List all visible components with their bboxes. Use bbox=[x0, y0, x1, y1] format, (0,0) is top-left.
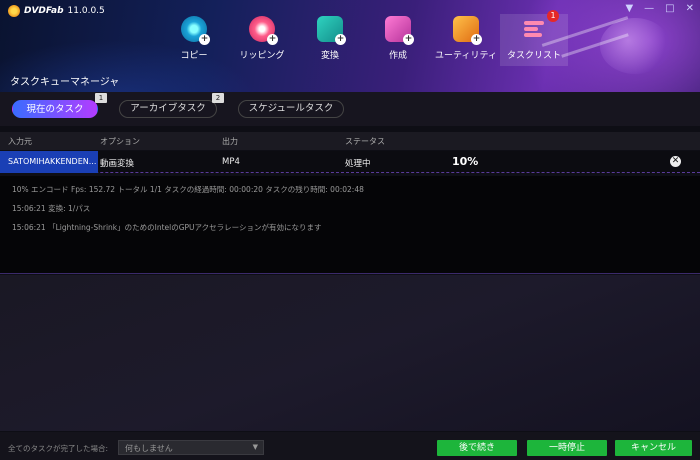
tab-archived-tasks[interactable]: アーカイブタスク 2 bbox=[119, 93, 224, 118]
tab-label: スケジュールタスク bbox=[248, 103, 334, 114]
utility-folder-icon: + bbox=[453, 16, 482, 45]
menu-dropdown-icon[interactable]: ▼ bbox=[625, 3, 633, 14]
on-complete-label: 全てのタスクが完了した場合: bbox=[8, 444, 109, 453]
task-progress: 10% bbox=[452, 155, 479, 168]
nav-copy[interactable]: + コピー bbox=[160, 14, 228, 66]
tab-count-badge: 1 bbox=[95, 93, 107, 103]
nav-label: リッピング bbox=[239, 51, 285, 61]
table-row[interactable]: SATOMIHAKKENDEN... 動画変換 MP4 処理中 10% ✕ bbox=[0, 151, 700, 173]
dvdfab-logo-icon bbox=[8, 5, 20, 17]
remove-task-icon[interactable]: ✕ bbox=[670, 156, 681, 167]
nav-label: ユーティリティ bbox=[435, 51, 497, 61]
nav-label: タスクリスト bbox=[506, 51, 561, 61]
window-controls: ▼ — □ ✕ bbox=[625, 3, 694, 14]
tab-scheduled-tasks[interactable]: スケジュールタスク bbox=[238, 100, 344, 118]
task-tabs: 現在のタスク 1 アーカイブタスク 2 スケジュールタスク bbox=[0, 92, 700, 126]
converter-icon: + bbox=[317, 16, 346, 45]
nav-label: コピー bbox=[180, 51, 208, 61]
app-name: DVDFab bbox=[24, 6, 64, 16]
col-source: 入力元 bbox=[8, 137, 32, 146]
nav-label: 変換 bbox=[320, 51, 339, 61]
tab-current-tasks[interactable]: 現在のタスク 1 bbox=[12, 93, 107, 118]
tab-label: アーカイブタスク bbox=[130, 103, 206, 114]
col-output: 出力 bbox=[222, 137, 238, 146]
copy-disc-icon: + bbox=[181, 16, 210, 45]
col-option: オプション bbox=[100, 137, 140, 146]
nav-converter[interactable]: + 変換 bbox=[296, 14, 364, 66]
nav-ripper[interactable]: + リッピング bbox=[228, 14, 296, 66]
log-line: 15:06:21 「Lightning-Shrink」のためのIntelのGPU… bbox=[12, 223, 322, 232]
task-count-badge: 1 bbox=[547, 10, 559, 22]
tab-count-badge: 2 bbox=[212, 93, 224, 103]
pause-button[interactable]: 一時停止 bbox=[527, 440, 607, 456]
log-line: 10% エンコード Fps: 152.72 トータル 1/1 タスクの経過時間:… bbox=[12, 185, 364, 194]
task-status: 処理中 bbox=[345, 159, 371, 169]
task-source: SATOMIHAKKENDEN... bbox=[0, 151, 98, 173]
cancel-button[interactable]: キャンセル bbox=[615, 440, 692, 456]
tab-label: 現在のタスク bbox=[26, 104, 84, 115]
select-value: 何もしません bbox=[125, 444, 173, 453]
on-complete-select[interactable]: 何もしません ▼ bbox=[118, 440, 264, 455]
decorative-planet bbox=[600, 18, 670, 74]
footer: 全てのタスクが完了した場合: 何もしません ▼ 後で続き 一時停止 キャンセル bbox=[0, 432, 700, 460]
module-nav: + コピー + リッピング + 変換 + 作成 + ユーティリティ 1 タスクリ… bbox=[160, 10, 568, 66]
creator-icon: + bbox=[385, 16, 414, 45]
maximize-icon[interactable]: □ bbox=[665, 3, 674, 14]
table-header: 入力元 オプション 出力 ステータス bbox=[0, 132, 700, 150]
close-window-icon[interactable]: ✕ bbox=[686, 3, 694, 14]
chevron-down-icon: ▼ bbox=[252, 443, 258, 451]
nav-label: 作成 bbox=[388, 51, 407, 61]
header: DVDFab 11.0.0.5 ▼ — □ ✕ + コピー + リッピング + … bbox=[0, 0, 700, 92]
task-log: 10% エンコード Fps: 152.72 トータル 1/1 タスクの経過時間:… bbox=[0, 176, 700, 274]
app-window: DVDFab 11.0.0.5 ▼ — □ ✕ + コピー + リッピング + … bbox=[0, 0, 700, 460]
resume-later-button[interactable]: 後で続き bbox=[437, 440, 517, 456]
log-line: 15:06:21 変換: 1/パス bbox=[12, 204, 91, 213]
task-option: 動画変換 bbox=[100, 159, 135, 169]
nav-task-list[interactable]: 1 タスクリスト bbox=[500, 10, 568, 66]
section-title: タスクキューマネージャ bbox=[10, 77, 120, 88]
minimize-icon[interactable]: — bbox=[644, 3, 654, 14]
empty-area bbox=[0, 275, 700, 431]
app-version: 11.0.0.5 bbox=[67, 6, 105, 16]
app-brand: DVDFab 11.0.0.5 bbox=[8, 5, 105, 17]
nav-utility[interactable]: + ユーティリティ bbox=[432, 14, 500, 66]
task-list-icon bbox=[521, 16, 547, 42]
task-output: MP4 bbox=[222, 157, 240, 167]
ripper-disc-icon: + bbox=[249, 16, 278, 45]
nav-creator[interactable]: + 作成 bbox=[364, 14, 432, 66]
col-status: ステータス bbox=[345, 137, 385, 146]
